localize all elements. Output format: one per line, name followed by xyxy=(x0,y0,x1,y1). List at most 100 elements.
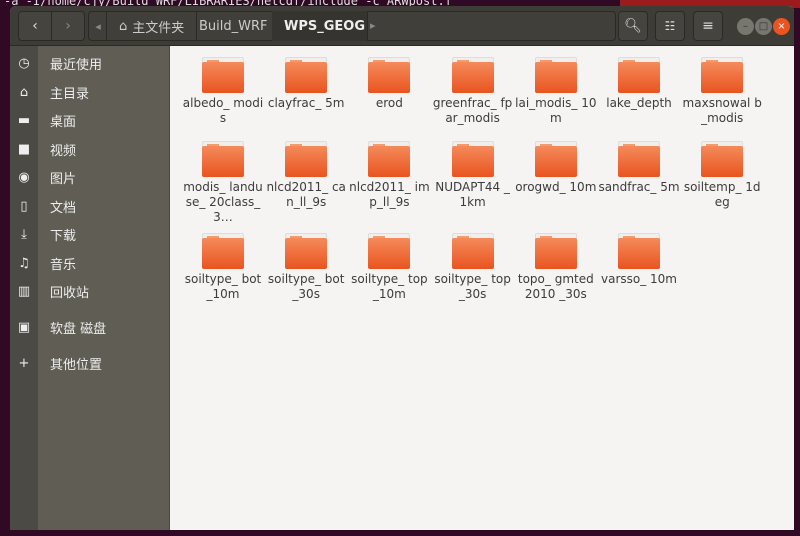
folder-item[interactable]: erod xyxy=(348,57,430,111)
maximize-button[interactable]: □ xyxy=(755,18,772,35)
home-icon: ⌂ xyxy=(19,84,29,100)
breadcrumb-home[interactable]: ⌂ 主文件夹 xyxy=(106,11,198,41)
folder-name: lake_depth xyxy=(606,96,672,110)
clock-icon: ◷ xyxy=(18,55,30,71)
folder-name: soiltemp_ 1deg xyxy=(683,180,761,209)
folder-name: sandfrac_ 5m xyxy=(598,180,680,194)
file-grid: albedo_ modis clayfrac_ 5m erod greenfrac_ … xyxy=(171,47,794,530)
forward-button[interactable]: › xyxy=(51,11,85,41)
sidebar-item-label: 主目录 xyxy=(50,86,90,102)
document-icon: ▯ xyxy=(20,198,28,214)
sidebar-item-label: 其他位置 xyxy=(50,357,103,373)
folder-item[interactable]: varsso_ 10m xyxy=(598,233,680,287)
folder-icon xyxy=(202,141,244,177)
list-view-icon: ☷ xyxy=(664,19,676,33)
folder-item[interactable]: NUDAPT44 _1km xyxy=(432,141,514,210)
sidebar-item-label: 下载 xyxy=(50,228,77,244)
folder-item[interactable]: soiltype_ top_10m xyxy=(348,233,430,302)
sidebar-item-label: 软盘 磁盘 xyxy=(50,321,107,337)
view-toggle-button[interactable]: ☷ xyxy=(655,11,685,41)
folder-icon xyxy=(451,57,494,93)
folder-name: varsso_ 10m xyxy=(600,272,677,286)
folder-name: soiltype_ bot_10m xyxy=(184,272,262,301)
close-button[interactable]: × xyxy=(773,18,790,35)
home-icon: ⌂ xyxy=(119,18,128,34)
folder-item[interactable]: soiltype_ top_30s xyxy=(432,233,514,302)
folder-item[interactable]: topo_ gmted2010 _30s xyxy=(515,233,597,302)
folder-name: erod xyxy=(375,96,403,110)
plus-icon: + xyxy=(18,355,30,371)
scroll-left-button[interactable]: ◂ xyxy=(89,20,107,33)
folder-icon xyxy=(368,233,411,269)
folder-icon xyxy=(618,57,660,93)
folder-name: nlcd2011_ can_ll_9s xyxy=(266,180,346,209)
sidebar-item-label: 桌面 xyxy=(50,114,77,130)
folder-item[interactable]: lai_modis_ 10m xyxy=(515,57,597,126)
camera-icon: ◉ xyxy=(18,169,30,185)
hamburger-menu-icon: ≡ xyxy=(702,18,714,34)
folder-icon xyxy=(368,57,411,93)
music-icon: ♫ xyxy=(18,255,30,271)
file-manager-window: ‹ › ◂ ⌂ 主文件夹 Build_WRF WPS_GEOG ▸ 🔍︎ ☷ ≡… xyxy=(10,6,794,530)
menu-button[interactable]: ≡ xyxy=(693,11,723,41)
folder-icon xyxy=(451,233,494,269)
search-button[interactable]: 🔍︎ xyxy=(618,11,648,41)
breadcrumb-label: 主文件夹 xyxy=(132,20,185,36)
folder-name: soiltype_ top_10m xyxy=(351,272,428,301)
folder-item[interactable]: modis_ landuse_ 20class_3… xyxy=(182,141,264,225)
folder-name: nlcd2011_ imp_ll_9s xyxy=(349,180,430,209)
folder-name: orogwd_ 10m xyxy=(515,180,597,194)
folder-name: clayfrac_ 5m xyxy=(267,96,345,110)
folder-name: topo_ gmted2010 _30s xyxy=(517,272,594,301)
folder-item[interactable]: nlcd2011_ imp_ll_9s xyxy=(348,141,430,210)
folder-name: maxsnowal b_modis xyxy=(682,96,762,125)
folder-item[interactable]: sandfrac_ 5m xyxy=(598,141,680,195)
disk-icon: ▣ xyxy=(17,319,31,335)
folder-item[interactable]: maxsnowal b_modis xyxy=(681,57,763,126)
folder-name: lai_modis_ 10m xyxy=(515,96,597,125)
folder-name: soiltype_ bot_30s xyxy=(267,272,345,301)
folder-icon xyxy=(202,233,244,269)
sidebar-item-label: 图片 xyxy=(50,171,77,187)
folder-item[interactable]: soiltemp_ 1deg xyxy=(681,141,763,210)
sidebar-item-label: 最近使用 xyxy=(50,57,103,73)
folder-name: modis_ landuse_ 20class_3… xyxy=(183,180,263,224)
folder-item[interactable]: orogwd_ 10m xyxy=(515,141,597,195)
folder-icon xyxy=(534,57,577,93)
sidebar-item-label: 回收站 xyxy=(50,285,90,301)
folder-icon xyxy=(202,57,244,93)
folder-item[interactable]: clayfrac_ 5m xyxy=(265,57,347,111)
header-bar: ‹ › ◂ ⌂ 主文件夹 Build_WRF WPS_GEOG ▸ 🔍︎ ☷ ≡… xyxy=(10,6,794,46)
folder-icon xyxy=(534,141,577,177)
minimize-button[interactable]: – xyxy=(737,18,754,35)
sidebar-item-label: 文档 xyxy=(50,200,77,216)
folder-item[interactable]: soiltype_ bot_10m xyxy=(182,233,264,302)
breadcrumb-wps-geog[interactable]: WPS_GEOG xyxy=(272,11,368,41)
video-icon: ■ xyxy=(17,141,31,157)
folder-name: greenfrac_ fpar_modis xyxy=(432,96,513,125)
folder-icon xyxy=(285,233,328,269)
folder-item[interactable]: soiltype_ bot_30s xyxy=(265,233,347,302)
search-icon: 🔍︎ xyxy=(624,18,642,34)
sidebar: ◷ 最近使用 ⌂ 主目录 ▬ 桌面 ■ 视频 ◉ 图片 ▯ 文档 ⤓ 下载 ♫ 音乐 ▥ 回收站 ▣ 软盘 磁盘 + 其他… xyxy=(18,46,170,530)
breadcrumb-build-wrf[interactable]: Build_WRF xyxy=(187,11,281,41)
folder-icon xyxy=(701,57,744,93)
folder-icon xyxy=(618,141,660,177)
folder-icon xyxy=(285,141,328,177)
folder-name: soiltype_ top_30s xyxy=(434,272,511,301)
folder-icon xyxy=(618,233,660,269)
trash-icon: ▥ xyxy=(17,283,31,299)
sidebar-item-label: 音乐 xyxy=(50,257,77,273)
folder-icon xyxy=(451,141,494,177)
back-button[interactable]: ‹ xyxy=(18,11,52,41)
folder-icon xyxy=(534,233,577,269)
folder-icon xyxy=(285,57,328,93)
folder-item[interactable]: albedo_ modis xyxy=(182,57,264,126)
folder-icon xyxy=(701,141,744,177)
scroll-right-button[interactable]: ▸ xyxy=(370,19,376,32)
folder-item[interactable]: nlcd2011_ can_ll_9s xyxy=(265,141,347,210)
folder-item[interactable]: lake_depth xyxy=(598,57,680,111)
sidebar-item-label: 视频 xyxy=(50,143,77,159)
folder-name: albedo_ modis xyxy=(182,96,264,125)
folder-item[interactable]: greenfrac_ fpar_modis xyxy=(432,57,514,126)
